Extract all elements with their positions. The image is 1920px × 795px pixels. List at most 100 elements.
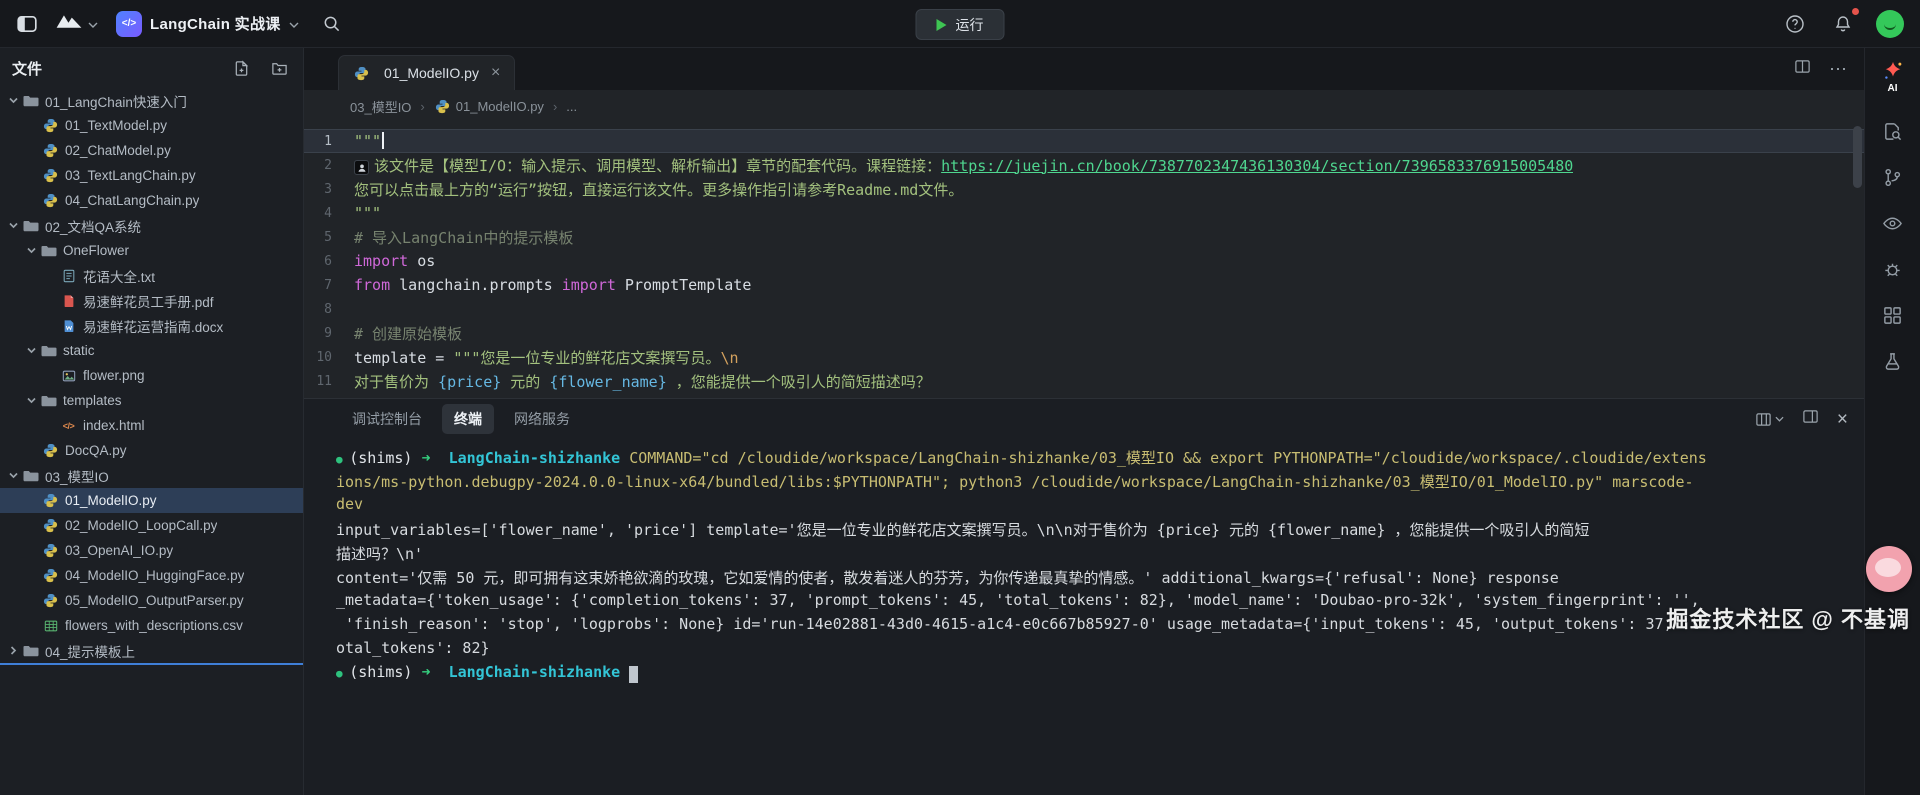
code-line[interactable]: 11对于售价为 {price} 元的 {flower_name} ，您能提供一个…	[304, 369, 1864, 393]
folder-icon	[22, 218, 39, 234]
tree-item[interactable]: 01_ModelIO.py	[0, 488, 303, 513]
panel-tab-2[interactable]: 网络服务	[502, 404, 582, 434]
tree-item[interactable]: 04_ModelIO_HuggingFace.py	[0, 563, 303, 588]
notifications-bell-icon[interactable]	[1828, 9, 1858, 39]
tree-item-label: flower.png	[83, 368, 145, 383]
txt-icon	[60, 268, 77, 284]
project-icon: </>	[116, 11, 142, 37]
avatar[interactable]	[1876, 10, 1904, 38]
panel-layout-icon[interactable]	[1755, 411, 1784, 428]
code-editor[interactable]: 1"""2该文件是【模型I/O：输入提示、调用模型、解析输出】章节的配套代码。课…	[304, 122, 1864, 398]
more-actions-icon[interactable]: ⋯	[1829, 59, 1848, 80]
tree-item-label: DocQA.py	[65, 443, 127, 458]
breadcrumb-item[interactable]: ...	[566, 99, 577, 114]
git-branch-icon[interactable]	[1871, 156, 1915, 198]
code-line[interactable]: 1"""	[304, 129, 1864, 153]
ai-assistant-icon[interactable]: AI	[1882, 60, 1904, 94]
panel-tab-1[interactable]: 终端	[442, 404, 494, 434]
sidebar-toggle-icon[interactable]	[12, 9, 42, 39]
line-number: 9	[304, 326, 332, 341]
split-editor-icon[interactable]	[1794, 58, 1811, 80]
project-switcher[interactable]: </> LangChain 实战课	[110, 7, 305, 41]
run-button[interactable]: 运行	[916, 9, 1005, 40]
code-line[interactable]: 6import os	[304, 249, 1864, 273]
files-panel-title: 文件	[12, 58, 215, 79]
tree-item[interactable]: templates	[0, 388, 303, 413]
new-folder-icon[interactable]	[267, 56, 291, 80]
terminal[interactable]: ● (shims) ➜ LangChain-shizhanke COMMAND=…	[304, 439, 1864, 795]
breadcrumb-separator: ›	[420, 99, 424, 114]
tree-item[interactable]: 02_ChatModel.py	[0, 138, 303, 163]
help-icon[interactable]	[1780, 9, 1810, 39]
code-line[interactable]: 5# 导入LangChain中的提示模板	[304, 225, 1864, 249]
watermark-text: 掘金技术社区 @ 不基调	[1666, 602, 1910, 634]
editor-tab[interactable]: 01_ModelIO.py ×	[338, 55, 515, 90]
tree-item[interactable]: 05_ModelIO_OutputParser.py	[0, 588, 303, 613]
project-name: LangChain 实战课	[150, 13, 281, 34]
tree-item[interactable]: 02_ModelIO_LoopCall.py	[0, 513, 303, 538]
editor-tabbar: 01_ModelIO.py × ⋯	[304, 48, 1864, 90]
tree-item[interactable]: static	[0, 338, 303, 363]
beaker-icon[interactable]	[1871, 340, 1915, 382]
tree-item[interactable]: 04_提示模板上	[0, 638, 303, 663]
extensions-icon[interactable]	[1871, 294, 1915, 336]
tree-item[interactable]: 易速鲜花运营指南.docx	[0, 313, 303, 338]
eye-icon[interactable]	[1871, 202, 1915, 244]
tree-item[interactable]: 01_TextModel.py	[0, 113, 303, 138]
tree-item[interactable]: 01_LangChain快速入门	[0, 88, 303, 113]
terminal-cursor	[629, 666, 638, 683]
tree-item[interactable]: flower.png	[0, 363, 303, 388]
tree-item-label: 易速鲜花员工手册.pdf	[83, 291, 214, 311]
search-icon[interactable]	[317, 9, 347, 39]
panel-close-icon[interactable]: ×	[1837, 410, 1848, 429]
code-line[interactable]: 8	[304, 297, 1864, 321]
code-line[interactable]: 10template = """您是一位专业的鲜花店文案撰写员。\n	[304, 345, 1864, 369]
code-line[interactable]: 3您可以点击最上方的“运行”按钮，直接运行该文件。更多操作指引请参考Readme…	[304, 177, 1864, 201]
tree-item[interactable]: flowers_with_descriptions.csv	[0, 613, 303, 638]
new-file-icon[interactable]	[229, 56, 253, 80]
debug-icon[interactable]	[1871, 248, 1915, 290]
tree-item[interactable]: 02_文档QA系统	[0, 213, 303, 238]
code-line[interactable]: 9# 创建原始模板	[304, 321, 1864, 345]
tree-item[interactable]: 03_模型IO	[0, 463, 303, 488]
folder-icon	[22, 468, 39, 484]
tree-item[interactable]: 03_OpenAI_IO.py	[0, 538, 303, 563]
close-tab-icon[interactable]: ×	[491, 65, 500, 81]
bottom-panel: 调试控制台终端网络服务 × ● (shims) ➜ LangChain-shiz…	[304, 398, 1864, 795]
editor-scrollbar[interactable]	[1853, 126, 1862, 392]
tree-item[interactable]: 易速鲜花员工手册.pdf	[0, 288, 303, 313]
tree-item[interactable]: </>index.html	[0, 413, 303, 438]
line-number: 5	[304, 230, 332, 245]
code-line[interactable]: 4"""	[304, 201, 1864, 225]
mountain-logo-icon	[54, 12, 84, 35]
file-tree: 01_LangChain快速入门 01_TextModel.py 02_ChatMo…	[0, 88, 303, 795]
code-line[interactable]: 7from langchain.prompts import PromptTem…	[304, 273, 1864, 297]
files-panel-header: 文件	[0, 48, 303, 88]
workspace-logo[interactable]	[54, 12, 98, 35]
breadcrumb[interactable]: 03_模型IO›01_ModelIO.py›...	[304, 90, 1864, 122]
tree-item[interactable]: 花语大全.txt	[0, 263, 303, 288]
tree-item-label: 01_TextModel.py	[65, 118, 167, 133]
code-line[interactable]: 2该文件是【模型I/O：输入提示、调用模型、解析输出】章节的配套代码。课程链接：…	[304, 153, 1864, 177]
panel-tab-0[interactable]: 调试控制台	[340, 404, 434, 434]
terminal-line: 描述吗？\n'	[336, 543, 1864, 567]
file-search-icon[interactable]	[1871, 110, 1915, 152]
tree-item-label: static	[63, 343, 95, 358]
terminal-line: _metadata={'token_usage': {'completion_t…	[336, 591, 1864, 615]
chevron-down-icon	[88, 15, 98, 33]
tree-item[interactable]: DocQA.py	[0, 438, 303, 463]
tree-item[interactable]: 04_ChatLangChain.py	[0, 188, 303, 213]
tree-item-label: OneFlower	[63, 243, 129, 258]
notification-dot	[1852, 8, 1859, 15]
py-icon	[42, 118, 59, 134]
breadcrumb-item[interactable]: 01_ModelIO.py	[434, 98, 544, 114]
scrollbar-thumb[interactable]	[1853, 126, 1862, 188]
breadcrumb-item[interactable]: 03_模型IO	[350, 97, 411, 116]
panel-maximize-icon[interactable]	[1802, 408, 1819, 430]
tree-item[interactable]: 03_TextLangChain.py	[0, 163, 303, 188]
docx-icon	[60, 318, 77, 334]
tree-item-label: 02_ChatModel.py	[65, 143, 171, 158]
file-explorer: 文件 01_LangChain快速入门 01_TextModel.py 02_Cha…	[0, 48, 304, 795]
tree-item[interactable]: OneFlower	[0, 238, 303, 263]
folder-icon	[22, 643, 39, 659]
